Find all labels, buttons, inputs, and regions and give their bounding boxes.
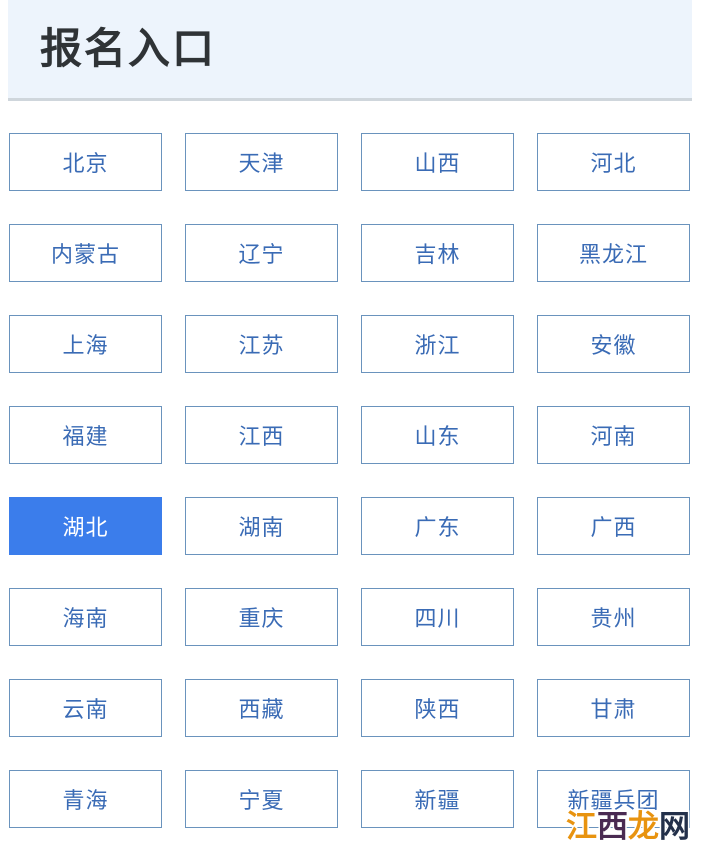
region-button[interactable]: 黑龙江 bbox=[537, 224, 690, 282]
region-button[interactable]: 福建 bbox=[9, 406, 162, 464]
region-button[interactable]: 山东 bbox=[361, 406, 514, 464]
page-title: 报名入口 bbox=[40, 24, 217, 73]
region-button[interactable]: 北京 bbox=[9, 133, 162, 191]
region-button[interactable]: 海南 bbox=[9, 588, 162, 646]
region-button[interactable]: 辽宁 bbox=[185, 224, 338, 282]
region-button[interactable]: 新疆兵团 bbox=[537, 770, 690, 828]
region-button[interactable]: 吉林 bbox=[361, 224, 514, 282]
region-button[interactable]: 青海 bbox=[9, 770, 162, 828]
region-button[interactable]: 江苏 bbox=[185, 315, 338, 373]
region-button[interactable]: 甘肃 bbox=[537, 679, 690, 737]
region-button[interactable]: 宁夏 bbox=[185, 770, 338, 828]
region-button[interactable]: 贵州 bbox=[537, 588, 690, 646]
region-button[interactable]: 浙江 bbox=[361, 315, 514, 373]
region-button[interactable]: 重庆 bbox=[185, 588, 338, 646]
region-button[interactable]: 河北 bbox=[537, 133, 690, 191]
region-button[interactable]: 西藏 bbox=[185, 679, 338, 737]
region-button[interactable]: 新疆 bbox=[361, 770, 514, 828]
region-button[interactable]: 四川 bbox=[361, 588, 514, 646]
region-button[interactable]: 天津 bbox=[185, 133, 338, 191]
region-button[interactable]: 河南 bbox=[537, 406, 690, 464]
region-button[interactable]: 湖北 bbox=[9, 497, 162, 555]
region-button[interactable]: 安徽 bbox=[537, 315, 690, 373]
region-button[interactable]: 内蒙古 bbox=[9, 224, 162, 282]
region-button[interactable]: 广西 bbox=[537, 497, 690, 555]
page-root: 报名入口 北京 天津 山西 河北内蒙古 辽宁 吉林 黑龙江上海 江苏 浙江 安徽福建 江西 山东 河南湖… bbox=[0, 0, 706, 853]
region-button-grid: 北京 天津 山西 河北内蒙古 辽宁 吉林 黑龙江上海 江苏 浙江 安徽福建 江西 山东 河南湖北 湖南 广东… bbox=[9, 133, 692, 828]
region-button[interactable]: 山西 bbox=[361, 133, 514, 191]
region-button[interactable]: 湖南 bbox=[185, 497, 338, 555]
region-button[interactable]: 广东 bbox=[361, 497, 514, 555]
region-button[interactable]: 上海 bbox=[9, 315, 162, 373]
page-header: 报名入口 bbox=[8, 0, 692, 101]
region-button[interactable]: 云南 bbox=[9, 679, 162, 737]
region-button[interactable]: 陕西 bbox=[361, 679, 514, 737]
region-button[interactable]: 江西 bbox=[185, 406, 338, 464]
